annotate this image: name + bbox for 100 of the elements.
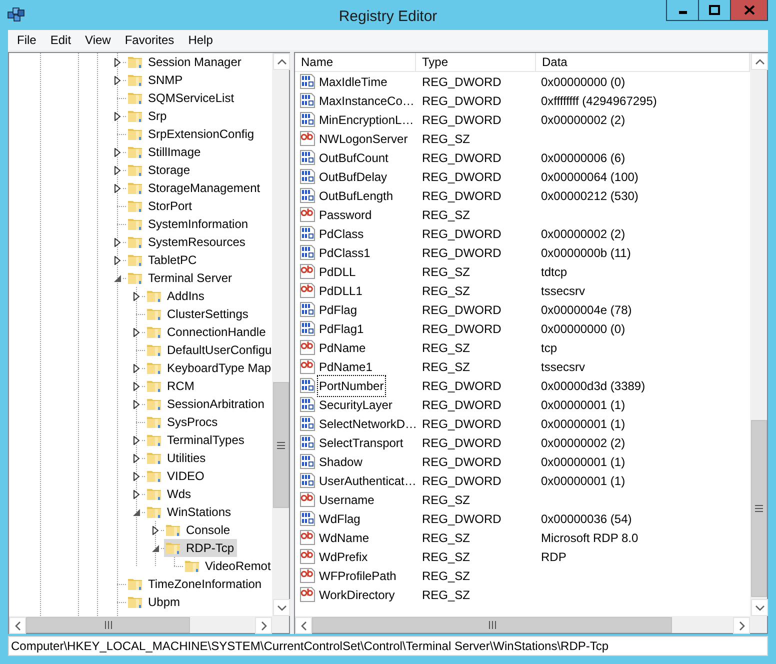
tree-item[interactable]: StorageManagement [126,179,264,197]
value-name[interactable]: PortNumber [317,374,386,396]
scroll-up-button[interactable] [751,53,768,70]
value-name[interactable]: SelectNetworkD… [317,412,420,434]
tree-item[interactable]: SQMServiceList [126,89,238,107]
value-name[interactable]: WorkDirectory [317,584,397,606]
value-name[interactable]: PdFlag1 [317,318,366,340]
expanded-triangle-icon[interactable] [113,274,122,282]
value-name[interactable]: WFProfilePath [317,564,398,586]
value-name[interactable]: WdPrefix [317,546,370,568]
scrollbar-thumb[interactable] [751,420,767,597]
value-name[interactable]: OutBufCount [317,146,390,168]
collapsed-triangle-icon[interactable] [132,292,141,300]
tree-item[interactable]: Ubpm [126,593,184,611]
tree-item[interactable]: SNMP [126,71,186,89]
tree-item[interactable]: SystemInformation [126,215,252,233]
close-button[interactable] [731,0,767,20]
tree-item[interactable]: SystemResources [126,233,248,251]
scrollbar-thumb[interactable] [26,617,190,633]
tree-item[interactable]: ConnectionHandle [145,323,269,341]
tree-item[interactable]: StillImage [126,143,204,161]
expanded-triangle-icon[interactable] [132,508,141,516]
value-name[interactable]: WdName [317,526,372,548]
collapsed-triangle-icon[interactable] [113,256,122,264]
scroll-left-button[interactable] [9,617,26,634]
menu-item[interactable]: File [10,31,44,49]
scroll-left-button[interactable] [295,617,312,634]
collapsed-triangle-icon[interactable] [113,166,122,174]
tree-item[interactable]: VIDEO [145,467,208,485]
value-name[interactable]: PdName [317,336,368,358]
value-name[interactable]: MaxInstanceCo… [317,90,416,112]
tree-item[interactable]: Utilities [145,449,209,467]
tree-item[interactable]: Terminal Server [126,269,236,287]
value-name[interactable]: PdClass [317,222,366,244]
menu-item[interactable]: Edit [43,31,78,49]
scroll-down-button[interactable] [751,599,768,616]
tree-item[interactable]: Wds [145,485,194,503]
value-name[interactable]: PdClass1 [317,242,372,264]
tree-item[interactable]: TerminalTypes [145,431,248,449]
collapsed-triangle-icon[interactable] [151,526,160,534]
tree-item[interactable]: TimeZoneInformation [126,575,265,593]
tree-item[interactable]: AddIns [145,287,208,305]
value-name[interactable]: NWLogonServer [317,128,410,150]
scrollbar-thumb[interactable] [273,382,289,508]
collapsed-triangle-icon[interactable] [132,436,141,444]
value-name[interactable]: OutBufDelay [317,166,390,188]
tree-item[interactable]: DefaultUserConfigu [145,341,272,359]
menu-item[interactable]: Favorites [118,31,182,49]
value-name[interactable]: OutBufLength [317,184,396,206]
scroll-right-button[interactable] [733,617,750,634]
string-value-icon [300,530,315,545]
value-name[interactable]: PdName1 [317,356,374,378]
collapsed-triangle-icon[interactable] [132,490,141,498]
value-name[interactable]: PdDLL1 [317,280,364,302]
tree-item[interactable]: KeyboardType Map [145,359,272,377]
tree-item[interactable]: Storage [126,161,194,179]
tree-item[interactable]: VideoRemot [183,557,272,575]
tree-item[interactable]: Srp [126,107,170,125]
collapsed-triangle-icon[interactable] [132,472,141,480]
tree-item[interactable]: TabletPC [126,251,200,269]
scroll-right-button[interactable] [255,617,272,634]
value-name[interactable]: WdFlag [317,508,362,530]
tree-item[interactable]: SysProcs [145,413,221,431]
collapsed-triangle-icon[interactable] [113,76,122,84]
collapsed-triangle-icon[interactable] [113,184,122,192]
collapsed-triangle-icon[interactable] [113,148,122,156]
value-name[interactable]: UserAuthenticat… [317,470,418,492]
collapsed-triangle-icon[interactable] [113,58,122,66]
value-name[interactable]: SelectTransport [317,432,406,454]
value-name[interactable]: Shadow [317,450,364,472]
tree-item[interactable]: Session Manager [126,53,244,71]
tree-item[interactable]: WinStations [145,503,234,521]
collapsed-triangle-icon[interactable] [132,328,141,336]
value-name[interactable]: MinEncryptionL… [317,108,416,130]
collapsed-triangle-icon[interactable] [132,454,141,462]
value-name[interactable]: SecurityLayer [317,394,394,416]
folder-icon [146,324,162,340]
value-name[interactable]: Username [317,488,376,510]
tree-item[interactable]: ClusterSettings [145,305,252,323]
value-name[interactable]: PdDLL [317,260,358,282]
tree-item[interactable]: RDP-Tcp [164,539,238,557]
scroll-up-button[interactable] [273,53,290,70]
menu-item[interactable]: Help [181,31,220,49]
collapsed-triangle-icon[interactable] [132,364,141,372]
expanded-triangle-icon[interactable] [151,544,160,552]
collapsed-triangle-icon[interactable] [113,112,122,120]
value-name[interactable]: PdFlag [317,298,360,320]
collapsed-triangle-icon[interactable] [113,238,122,246]
collapsed-triangle-icon[interactable] [132,400,141,408]
tree-item[interactable]: SessionArbitration [145,395,268,413]
menu-item[interactable]: View [78,31,118,49]
value-name[interactable]: MaxIdleTime [317,70,390,92]
table-cell-text: RDP [540,548,568,566]
tree-item[interactable]: RCM [145,377,198,395]
scroll-down-button[interactable] [273,599,290,616]
tree-item[interactable]: Console [164,521,234,539]
value-name[interactable]: Password [317,204,374,226]
collapsed-triangle-icon[interactable] [132,382,141,390]
tree-item[interactable]: StorPort [126,197,196,215]
tree-item[interactable]: SrpExtensionConfig [126,125,258,143]
